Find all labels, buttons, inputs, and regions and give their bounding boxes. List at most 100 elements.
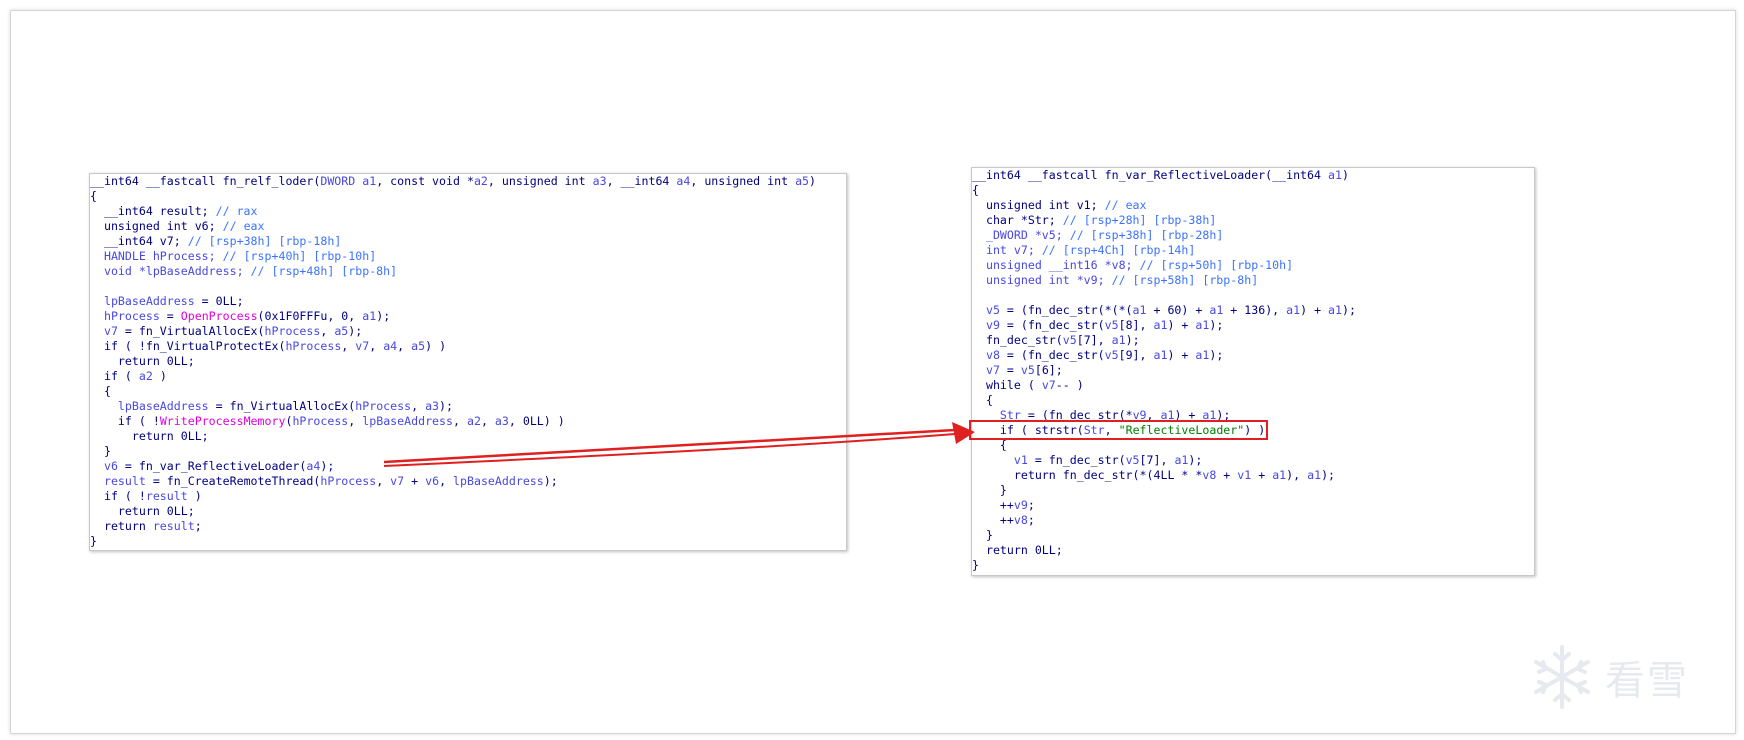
code-token: = (fn_dec_str( (999, 318, 1105, 332)
code-panel-fn-relf-loder[interactable]: __int64 __fastcall fn_relf_loder(DWORD a… (89, 173, 847, 551)
code-token: ); (376, 309, 391, 323)
code-token: } (90, 444, 111, 458)
code-line: unsigned __int16 *v8; // [rsp+50h] [rbp-… (972, 258, 1356, 273)
code-token: { (972, 183, 979, 197)
code-token: , (341, 339, 356, 353)
code-line-content: __int64 result; // rax (90, 204, 258, 218)
code-line: unsigned int v6; // eax (90, 219, 816, 234)
code-line: } (90, 444, 816, 459)
code-line: v6 = fn_var_ReflectiveLoader(a4); (90, 459, 816, 474)
code-line: } (972, 528, 1356, 543)
code-token: if ( ! (90, 414, 160, 428)
code-token: ) (187, 489, 202, 503)
code-line-content: } (90, 534, 97, 548)
code-token: return fn_dec_str(*(4LL * * (972, 468, 1203, 482)
code-token: ); (1216, 408, 1231, 422)
code-line: if ( a2 ) (90, 369, 816, 384)
code-line: int v7; // [rsp+4Ch] [rbp-14h] (972, 243, 1356, 258)
code-line: { (972, 393, 1356, 408)
code-token: Str (1083, 423, 1105, 437)
code-token: a1 (1174, 453, 1189, 467)
code-token: a1 (1209, 303, 1224, 317)
code-line-content: v8 = (fn_dec_str(v5[9], a1) + a1); (972, 348, 1223, 362)
code-line: __int64 result; // rax (90, 204, 816, 219)
code-token: v6 (425, 474, 440, 488)
code-token: a1 (1307, 468, 1322, 482)
code-token: return 0LL; (90, 504, 195, 518)
code-token: a1 (1132, 303, 1147, 317)
code-token: while ( (972, 378, 1042, 392)
code-line: fn_dec_str(v5[7], a1); (972, 333, 1356, 348)
code-token: if ( strstr( (972, 423, 1084, 437)
code-token: v5 (1062, 333, 1077, 347)
code-token: unsigned int v6; (90, 219, 223, 233)
code-token: // eax (1104, 198, 1147, 212)
code-line: if ( !result ) (90, 489, 816, 504)
pseudocode-listing: __int64 __fastcall fn_relf_loder(DWORD a… (90, 174, 816, 549)
code-line: lpBaseAddress = 0LL; (90, 294, 816, 309)
code-token: (0x1F0FFFu, 0, (257, 309, 363, 323)
code-token: ) (809, 174, 817, 188)
code-line: if ( strstr(Str, "ReflectiveLoader") ) (968, 420, 1356, 440)
code-line: if ( !fn_VirtualProtectEx(hProcess, v7, … (90, 339, 816, 354)
code-token: ) + (1174, 408, 1203, 422)
code-token: ) ) (1244, 423, 1266, 437)
code-line-content: unsigned int v6; // eax (90, 219, 265, 233)
code-line-content: { (90, 189, 97, 203)
code-line-content: int v7; // [rsp+4Ch] [rbp-14h] (972, 243, 1195, 257)
code-token: a5 (411, 339, 426, 353)
code-token: lpBaseAddress (362, 414, 453, 428)
code-token: a1 (1195, 318, 1210, 332)
code-line-content: } (972, 528, 993, 542)
code-token: , (411, 399, 426, 413)
code-token: result (152, 519, 195, 533)
code-token: return (90, 519, 153, 533)
code-token: ++ (972, 498, 1014, 512)
code-token: , (439, 474, 454, 488)
code-line-content: { (972, 438, 1007, 452)
code-token: v6 (90, 459, 118, 473)
code-line-content: Str = (fn_dec_str(*v9, a1) + a1); (972, 408, 1230, 422)
code-line: { (90, 384, 816, 399)
code-token: = fn_dec_str( (1027, 453, 1126, 467)
code-line-content: { (90, 384, 111, 398)
code-line: v9 = (fn_dec_str(v5[8], a1) + a1); (972, 318, 1356, 333)
code-token: ) + (1167, 348, 1196, 362)
code-token: v8 (1013, 513, 1028, 527)
code-token: "ReflectiveLoader" (1118, 423, 1245, 437)
code-panel-fn-var-reflectiveloader[interactable]: __int64 __fastcall fn_var_ReflectiveLoad… (968, 167, 1535, 576)
code-token: ; (1027, 498, 1035, 512)
code-token: a5 (795, 174, 810, 188)
code-token: ) + (1300, 303, 1329, 317)
code-token: a4 (383, 339, 398, 353)
code-token: hProcess (320, 474, 377, 488)
code-token: hProcess (292, 414, 349, 428)
code-token: , __int64 (606, 174, 677, 188)
code-token: { (90, 384, 111, 398)
code-line: ++v8; (972, 513, 1356, 528)
code-token: = (159, 309, 181, 323)
code-line: v7 = v5[6]; (972, 363, 1356, 378)
code-token: } (972, 558, 979, 572)
code-line-content: fn_dec_str(v5[7], a1); (972, 333, 1140, 347)
code-token: = fn_VirtualAllocEx( (117, 324, 265, 338)
code-token: ); (1209, 318, 1224, 332)
code-token: hProcess (264, 324, 321, 338)
code-token: , (376, 474, 391, 488)
snowflake-icon (1534, 645, 1590, 709)
code-token: lpBaseAddress (90, 294, 195, 308)
code-token: // [rsp+38h] [rbp-18h] (187, 234, 342, 248)
code-line-content: if ( !WriteProcessMemory(hProcess, lpBas… (90, 414, 565, 428)
watermark-text: 看雪 (1605, 658, 1689, 704)
code-line: unsigned int *v9; // [rsp+58h] [rbp-8h] (972, 273, 1356, 288)
code-token: ; (1027, 513, 1035, 527)
code-token: v5 (972, 303, 1000, 317)
code-token: v1 (1237, 468, 1252, 482)
code-token: = (fn_dec_str( (999, 348, 1105, 362)
code-token: , (397, 339, 412, 353)
code-line: { (90, 189, 816, 204)
code-token: { (972, 438, 1007, 452)
code-token: , (1104, 423, 1119, 437)
code-line-content: v7 = fn_VirtualAllocEx(hProcess, a5); (90, 324, 362, 338)
code-token: [6]; (1034, 363, 1063, 377)
